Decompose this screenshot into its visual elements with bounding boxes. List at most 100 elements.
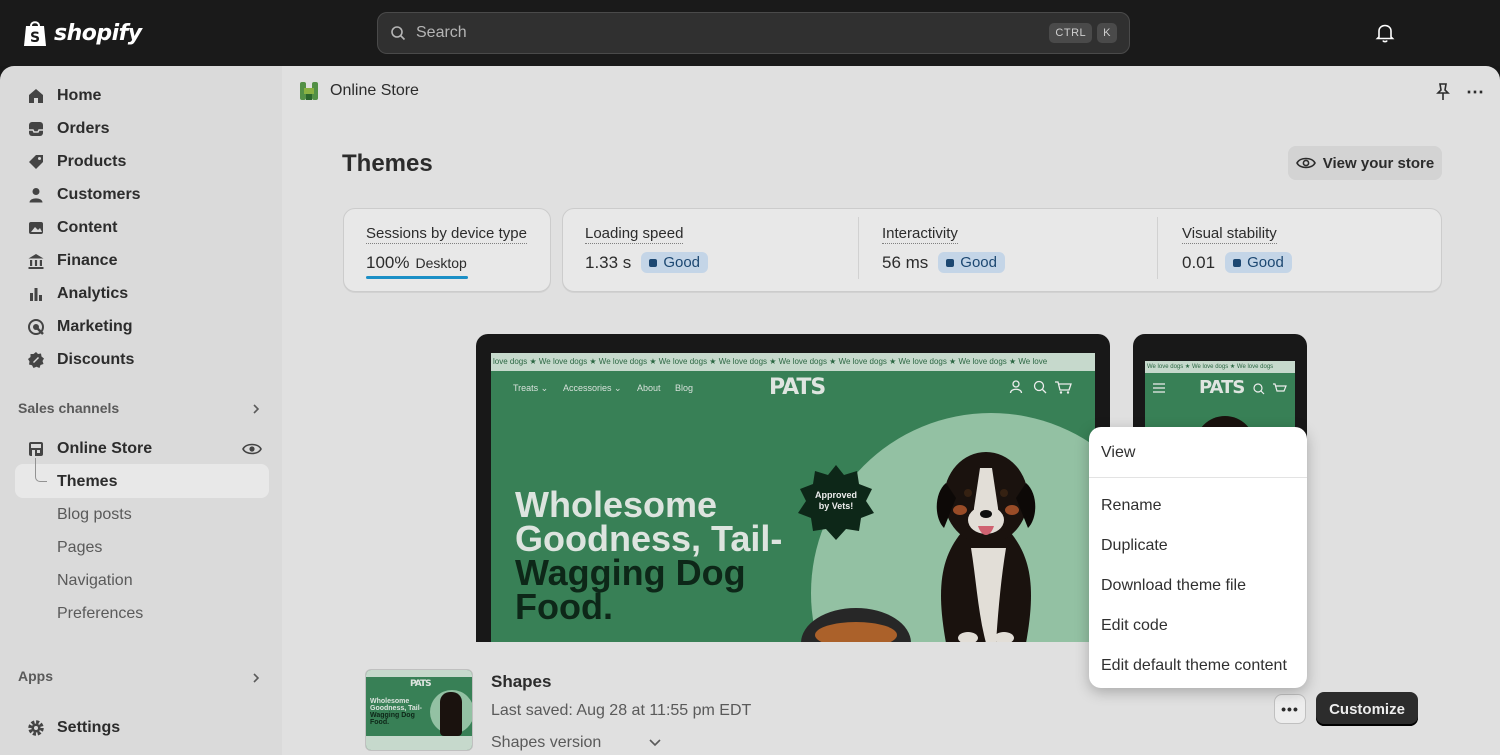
mobile-marquee: We love dogs ★ We love dogs ★ We love do…	[1145, 361, 1295, 373]
web-performance-card: Loading speed 1.33 s Good Interactivity …	[562, 208, 1442, 292]
visual-stability-number: 0.01	[1182, 252, 1216, 272]
gear-icon	[26, 718, 46, 738]
breadcrumb-label: Online Store	[330, 82, 419, 99]
theme-actions-button[interactable]: •••	[1274, 694, 1306, 724]
last-saved: Last saved: Aug 28 at 11:55 pm EDT	[491, 702, 752, 719]
more-actions-icon[interactable]: ⋯	[1466, 82, 1485, 103]
menu-item-download-theme-file[interactable]: Download theme file	[1101, 577, 1246, 595]
sidebar-item-settings[interactable]: Settings	[16, 712, 269, 744]
chevron-right-icon[interactable]	[250, 403, 262, 415]
person-icon	[26, 185, 46, 205]
sidebar-item-label: Settings	[57, 719, 121, 736]
interactivity-value: 56 ms Good	[882, 252, 1005, 273]
image-icon	[26, 218, 46, 238]
sidebar-item-label: Finance	[57, 252, 118, 269]
desktop-preview: love dogs ★ We love dogs ★ We love dogs …	[476, 334, 1110, 642]
menu-item-view[interactable]: View	[1101, 444, 1135, 462]
status-badge: Good	[641, 252, 709, 273]
theme-actions-menu: View Rename Duplicate Download theme fil…	[1089, 427, 1307, 688]
theme-thumbnail[interactable]: PATS Wholesome Goodness, Tail- Wagging Dog…	[365, 669, 473, 751]
search-bar[interactable]: Search CTRL K	[377, 12, 1130, 54]
sidebar-item-label: Products	[57, 153, 127, 170]
theme-name: Shapes	[491, 672, 552, 691]
interactivity-number: 56 ms	[882, 252, 929, 272]
home-icon	[26, 86, 46, 106]
sidebar-item-discounts[interactable]: Discounts	[16, 344, 269, 376]
visual-stability-label[interactable]: Visual stability	[1182, 225, 1277, 244]
sidebar-item-products[interactable]: Products	[16, 146, 269, 178]
shopify-logo[interactable]: S shopify	[22, 18, 142, 48]
target-icon	[26, 317, 46, 337]
search-placeholder[interactable]: Search	[416, 24, 1044, 42]
chevron-right-icon[interactable]	[250, 672, 262, 684]
theme-version-select[interactable]: Shapes version	[491, 734, 661, 752]
dog-photo	[936, 452, 1036, 642]
sidebar-item-label: Content	[57, 219, 118, 236]
tree-connector	[35, 458, 47, 482]
menu-item-rename[interactable]: Rename	[1101, 497, 1161, 515]
loading-speed-number: 1.33 s	[585, 252, 632, 272]
sales-channels-label[interactable]: Sales channels	[18, 400, 119, 416]
sessions-device: Desktop	[415, 255, 467, 271]
inbox-icon	[26, 119, 46, 139]
hero-headline: Wholesome Goodness, Tail- Wagging Dog Fo…	[515, 484, 783, 627]
loading-speed-label[interactable]: Loading speed	[585, 225, 684, 244]
sidebar-item-pages[interactable]: Pages	[57, 539, 102, 557]
sidebar-item-finance[interactable]: Finance	[16, 245, 269, 277]
sidebar-item-online-store[interactable]: Online Store	[16, 433, 269, 465]
discount-icon	[26, 350, 46, 370]
bar-chart-icon	[26, 284, 46, 304]
sidebar-item-label: Analytics	[57, 285, 129, 302]
customize-button[interactable]: Customize	[1316, 692, 1418, 726]
apps-label[interactable]: Apps	[18, 668, 53, 684]
sidebar-item-content[interactable]: Content	[16, 212, 269, 244]
desktop-preview-screen: love dogs ★ We love dogs ★ We love dogs …	[491, 353, 1095, 642]
interactivity-label[interactable]: Interactivity	[882, 225, 958, 244]
preview-brand: PATS	[769, 375, 826, 400]
preview-nav-treats: Treats ⌄	[513, 383, 549, 393]
sidebar-item-themes[interactable]: Themes	[57, 473, 117, 491]
pin-icon[interactable]	[1434, 82, 1452, 102]
menu-item-edit-code[interactable]: Edit code	[1101, 617, 1168, 635]
preview-header-icons	[1009, 380, 1072, 394]
menu-item-duplicate[interactable]: Duplicate	[1101, 537, 1168, 555]
sessions-bar	[366, 276, 468, 279]
sessions-card[interactable]: Sessions by device type 100% Desktop	[343, 208, 551, 292]
sidebar-item-label: Marketing	[57, 318, 133, 335]
search-icon	[391, 26, 406, 41]
mobile-header-icons	[1253, 383, 1287, 395]
sidebar-item-preferences[interactable]: Preferences	[57, 605, 143, 623]
preview-nav-blog: Blog	[675, 383, 694, 393]
sidebar-item-navigation[interactable]: Navigation	[57, 572, 133, 590]
divider	[1157, 217, 1158, 279]
approved-seal: Approved by Vets!	[796, 463, 876, 543]
sidebar-item-customers[interactable]: Customers	[16, 179, 269, 211]
sidebar-item-orders[interactable]: Orders	[16, 113, 269, 145]
visual-stability-value: 0.01 Good	[1182, 252, 1292, 273]
menu-divider	[1089, 477, 1307, 478]
store-icon	[26, 439, 46, 459]
view-store-label: View your store	[1322, 154, 1435, 172]
tag-icon	[26, 152, 46, 172]
page-title: Themes	[342, 150, 433, 177]
status-badge: Good	[938, 252, 1005, 273]
sidebar-item-analytics[interactable]: Analytics	[16, 278, 269, 310]
eye-icon[interactable]	[242, 442, 262, 456]
main-content: Online Store ⋯ Themes View your store Se…	[282, 66, 1500, 755]
sidebar-item-blog-posts[interactable]: Blog posts	[57, 506, 132, 524]
view-store-button[interactable]: View your store	[1288, 146, 1442, 180]
breadcrumb[interactable]: Online Store	[298, 80, 419, 102]
bell-icon[interactable]	[1374, 22, 1396, 44]
shortcut-ctrl: CTRL	[1049, 23, 1093, 43]
menu-item-edit-default-theme-content[interactable]: Edit default theme content	[1101, 657, 1287, 675]
sidebar-item-label: Orders	[57, 120, 110, 137]
sidebar-item-marketing[interactable]: Marketing	[16, 311, 269, 343]
theme-version-label: Shapes version	[491, 734, 602, 751]
sidebar-item-label: Online Store	[57, 440, 153, 457]
sessions-label: Sessions by device type	[366, 225, 527, 244]
sidebar-item-home[interactable]: Home	[16, 80, 269, 112]
sidebar-item-label: Customers	[57, 186, 141, 203]
online-store-app-icon	[300, 82, 318, 100]
shortcut-k: K	[1097, 23, 1117, 43]
sidebar: Home Orders Products Customers Content F…	[0, 66, 282, 755]
